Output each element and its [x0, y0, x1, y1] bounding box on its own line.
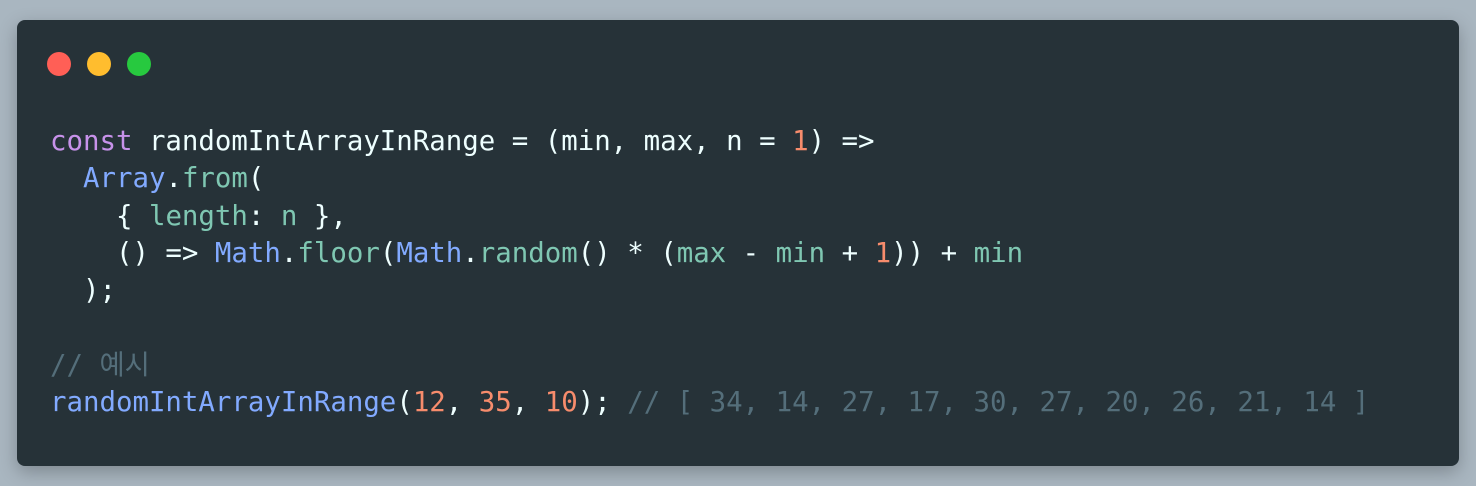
code-token: () * (	[577, 237, 677, 269]
code-token: min	[973, 237, 1024, 269]
code-token: (	[379, 237, 397, 269]
code-token: 12	[412, 387, 446, 419]
code-token: },	[297, 200, 347, 232]
code-token: length	[148, 200, 248, 232]
code-window: const randomIntArrayInRange = (min, max,…	[17, 20, 1459, 466]
code-token: max	[676, 237, 727, 269]
code-token: 10	[544, 387, 578, 419]
code-token: -	[726, 237, 776, 269]
close-dot-icon	[47, 52, 71, 76]
code-token: )) +	[891, 237, 974, 269]
code-block: const randomIntArrayInRange = (min, max,…	[50, 123, 1369, 421]
code-token: );	[577, 387, 628, 419]
code-token: {	[50, 200, 149, 232]
code-token: const	[50, 126, 133, 157]
code-token: from	[181, 163, 248, 195]
minimize-dot-icon	[87, 52, 111, 76]
code-token: .	[280, 237, 298, 269]
code-token: 35	[478, 387, 512, 419]
code-token: ,	[445, 387, 479, 419]
code-line: randomIntArrayInRange(12, 35, 10); // [ …	[50, 384, 1369, 421]
code-token: randomIntArrayInRange	[50, 387, 397, 419]
code-line: () => Math.floor(Math.random() * (max - …	[50, 235, 1369, 272]
code-token: 1	[874, 237, 892, 269]
code-token: // [ 34, 14, 27, 17, 30, 27, 20, 26, 21,…	[627, 387, 1370, 419]
code-token: .	[165, 163, 182, 195]
code-token: Math	[214, 237, 281, 269]
code-token: 1	[792, 126, 809, 157]
code-token: floor	[297, 237, 380, 269]
code-line: // 예시	[50, 347, 1369, 384]
code-token: randomIntArrayInRange = (min, max, n =	[132, 126, 793, 157]
code-token: // 예시	[50, 349, 150, 381]
code-token: ,	[511, 387, 545, 419]
code-line: Array.from(	[50, 160, 1369, 197]
code-token: (	[247, 163, 265, 195]
code-line: const randomIntArrayInRange = (min, max,…	[50, 123, 1369, 160]
code-token: ) =>	[808, 126, 875, 157]
code-token: Math	[396, 237, 463, 269]
code-token: :	[247, 200, 281, 232]
code-line: );	[50, 272, 1369, 309]
maximize-dot-icon	[127, 52, 151, 76]
code-token: Array	[82, 163, 166, 195]
code-token: random	[478, 237, 578, 269]
code-token: );	[50, 275, 116, 307]
code-token: +	[825, 237, 875, 269]
code-line: { length: n },	[50, 198, 1369, 235]
code-token: .	[462, 237, 479, 269]
code-token: n	[280, 200, 298, 232]
window-controls	[47, 52, 151, 76]
code-token: () =>	[50, 237, 215, 269]
code-token: min	[775, 237, 826, 269]
code-token: (	[396, 387, 413, 419]
